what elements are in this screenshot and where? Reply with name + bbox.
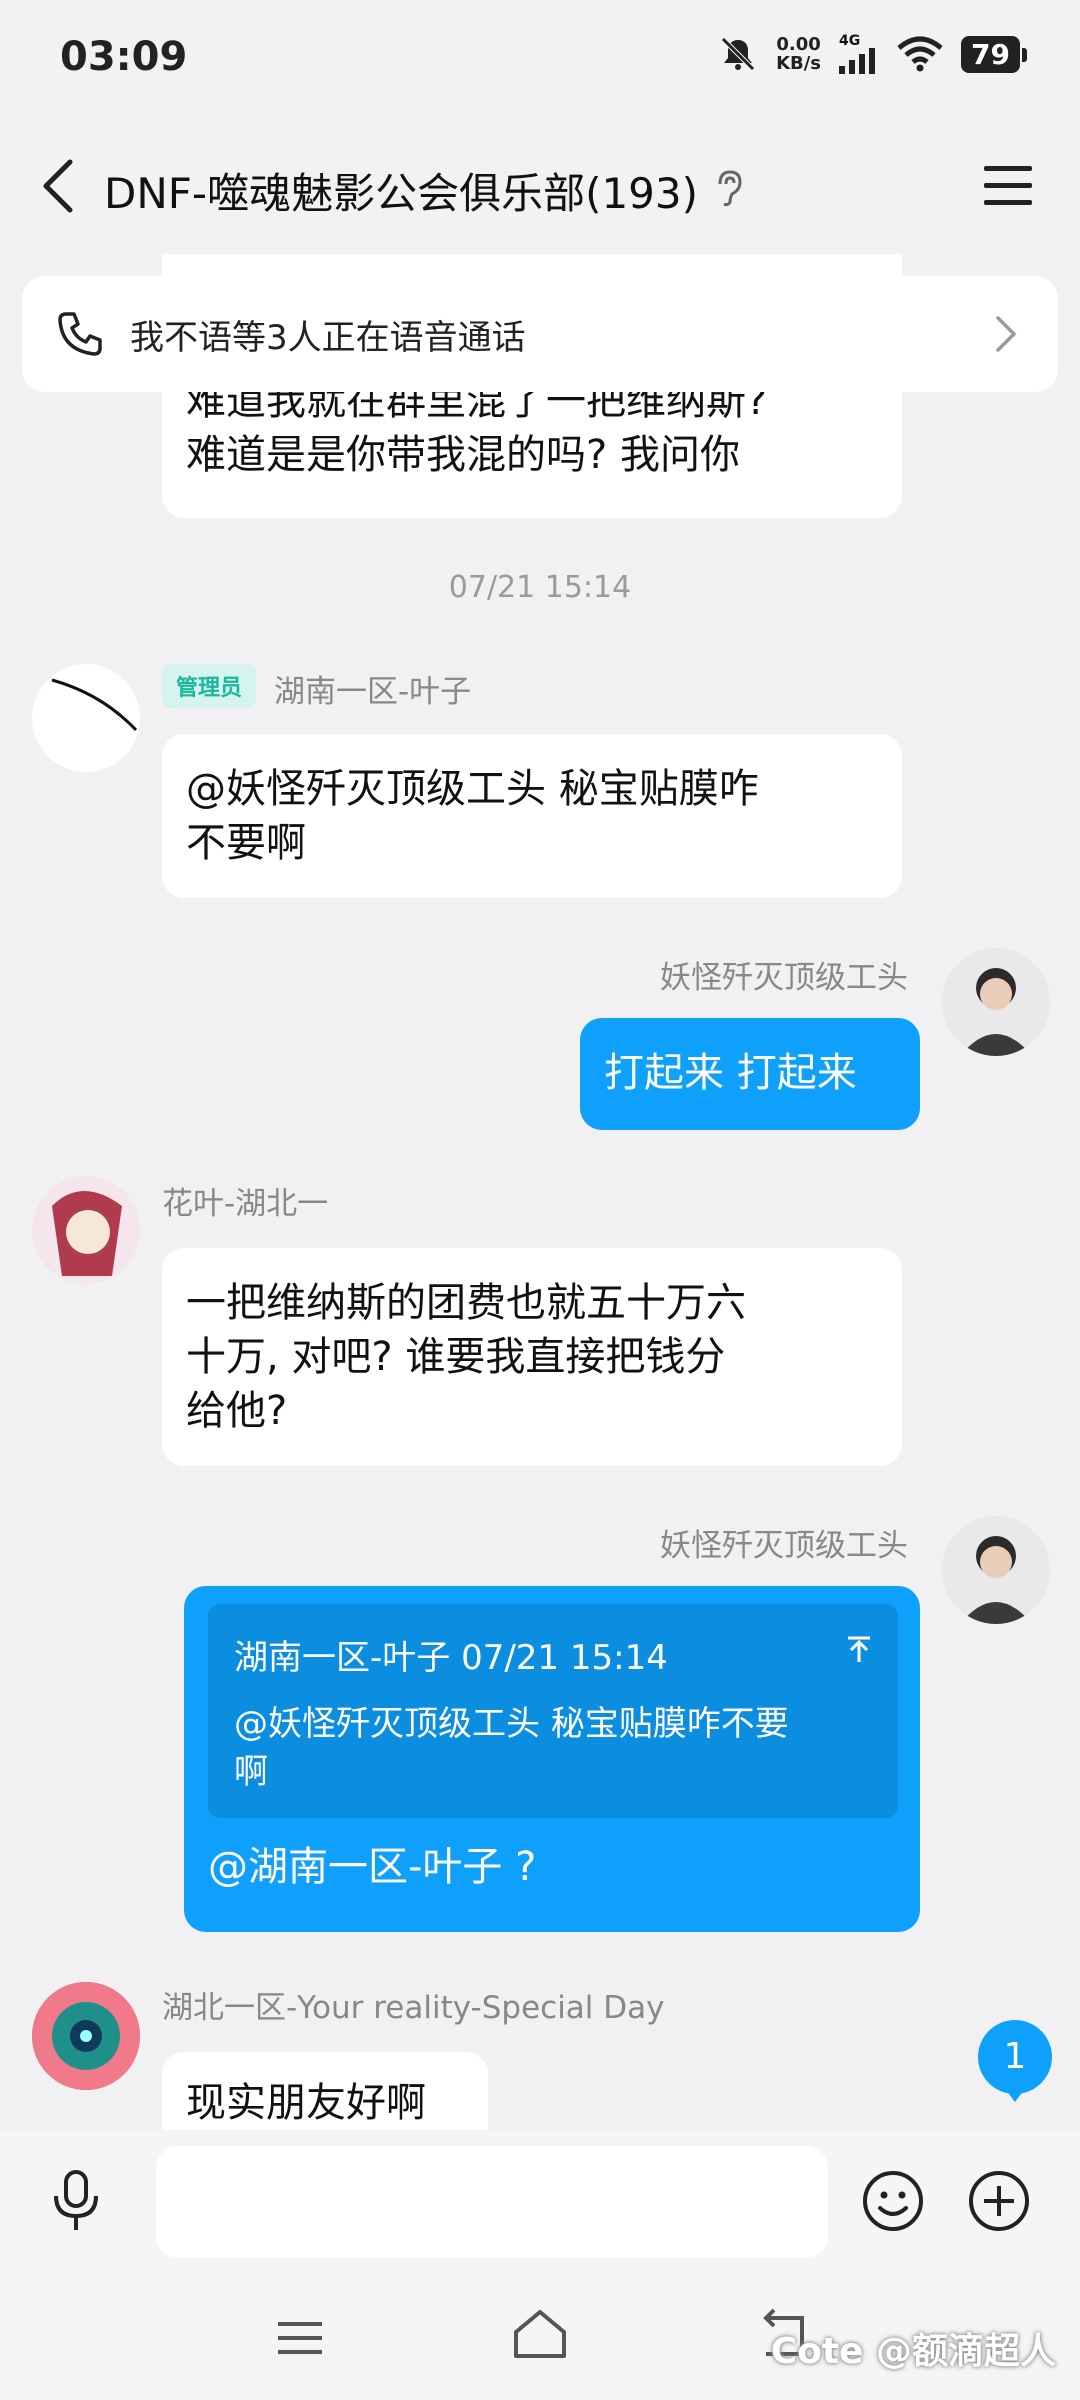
home-icon[interactable] (510, 2306, 570, 2362)
unread-count-badge[interactable]: 1 (978, 2020, 1052, 2102)
message-bubble[interactable]: 现实朋友好啊 (162, 2052, 488, 2130)
sender-name: 妖怪歼灭顶级工头 (660, 1528, 908, 1564)
admin-badge: 管理员 (162, 664, 257, 708)
chevron-right-icon (996, 316, 1017, 352)
emoji-icon[interactable] (860, 2168, 926, 2234)
message-bubble[interactable]: 打起来 打起来 (580, 1018, 920, 1130)
menu-icon[interactable] (980, 162, 1036, 210)
net-speed-value: 0.00 (776, 34, 821, 55)
quote-line: 啊 (234, 1752, 268, 1792)
input-bar (0, 2130, 1080, 2272)
clock: 03:09 (60, 34, 188, 80)
message-bubble[interactable]: @妖怪歼灭顶级工头 秘宝贴膜咋 不要啊 (162, 734, 902, 898)
chat-header: DNF-噬魂魅影公会俱乐部(193) (0, 120, 1080, 254)
voice-call-text: 我不语等3人正在语音通话 (130, 318, 526, 358)
message-line: 一把维纳斯的团费也就五十万六 (186, 1280, 746, 1326)
avatar[interactable] (32, 664, 140, 772)
system-nav-bar: Cote @额滴超人 (0, 2272, 1080, 2400)
message-timestamp: 07/21 15:14 (448, 570, 632, 605)
status-icons: 0.00 KB/s 4G 79 (718, 34, 1027, 74)
quote-header: 湖南一区-叶子 07/21 15:14 (234, 1638, 668, 1678)
sender-name[interactable]: 湖北一区-Your reality-Special Day (162, 1982, 664, 2027)
message-bubble[interactable]: 一把维纳斯的团费也就五十万六 十万, 对吧? 谁要我直接把钱分 给他? (162, 1248, 902, 1466)
jump-to-quote-icon[interactable] (844, 1634, 874, 1664)
group-title[interactable]: DNF-噬魂魅影公会俱乐部(193) (104, 160, 698, 221)
message-text: 现实朋友好啊 (186, 2080, 426, 2126)
message-line: 不要啊 (186, 820, 306, 866)
network-type: 4G (839, 33, 861, 49)
phone-icon (58, 312, 102, 356)
voice-call-banner[interactable]: 我不语等3人正在语音通话 (22, 276, 1058, 392)
cell-signal: 4G (839, 34, 879, 74)
net-speed-unit: KB/s (776, 53, 822, 74)
watermark: Cote @额滴超人 (770, 2331, 1056, 2372)
recent-apps-icon[interactable] (276, 2318, 324, 2358)
quoted-message[interactable]: 湖南一区-叶子 07/21 15:14 @妖怪歼灭顶级工头 秘宝贴膜咋不要 啊 (208, 1604, 898, 1818)
message-text: 打起来 打起来 (604, 1050, 857, 1096)
back-icon[interactable] (36, 156, 86, 216)
wifi-icon (897, 36, 943, 72)
sender-name[interactable]: 花叶-湖北一 (162, 1178, 328, 1223)
status-bar: 03:09 0.00 KB/s 4G 79 (0, 0, 1080, 120)
message-line: @妖怪歼灭顶级工头 秘宝贴膜咋 (186, 766, 759, 812)
net-speed: 0.00 KB/s (776, 35, 821, 73)
plus-icon[interactable] (966, 2168, 1032, 2234)
quote-line: @妖怪歼灭顶级工头 秘宝贴膜咋不要 (234, 1704, 789, 1744)
avatar[interactable] (32, 1982, 140, 2090)
sender-name: 妖怪歼灭顶级工头 (660, 960, 908, 996)
message-line: 难道是是你带我混的吗? 我问你 (186, 432, 740, 478)
microphone-icon[interactable] (46, 2168, 106, 2234)
avatar[interactable] (942, 1516, 1050, 1624)
avatar[interactable] (32, 1176, 140, 1284)
mute-bell-icon (721, 37, 755, 71)
message-input[interactable] (156, 2146, 828, 2258)
signal-icon (839, 48, 876, 74)
avatar[interactable] (942, 948, 1050, 1056)
message-list[interactable]: 难道我就在群里混了一把维纳斯? 难道是是你带我混的吗? 我问你 07/21 15… (0, 254, 1080, 2130)
message-line: 给他? (186, 1388, 288, 1434)
message-text: @湖南一区-叶子 ? (208, 1844, 537, 1890)
battery-icon: 79 (961, 35, 1027, 73)
message-line: 十万, 对吧? 谁要我直接把钱分 (186, 1334, 726, 1380)
ear-icon[interactable] (712, 168, 748, 208)
sender-name[interactable]: 湖南一区-叶子 (274, 666, 471, 711)
